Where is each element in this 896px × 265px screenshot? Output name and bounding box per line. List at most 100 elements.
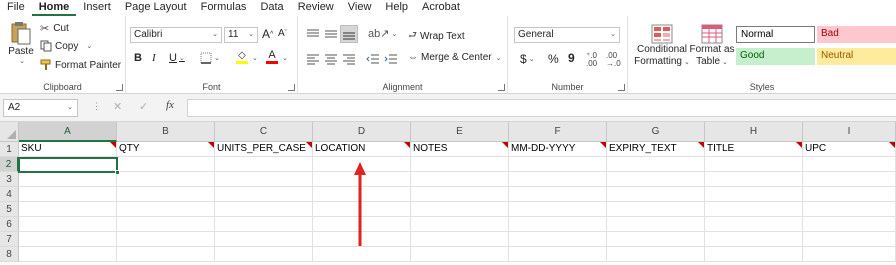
cell-h1[interactable]: TITLE xyxy=(705,142,803,157)
cell-i1[interactable]: UPC xyxy=(803,142,896,157)
cell-e5[interactable] xyxy=(411,202,509,217)
clipboard-launcher-icon[interactable] xyxy=(116,84,123,91)
cell-h6[interactable] xyxy=(705,217,803,232)
cell-e1[interactable]: NOTES xyxy=(411,142,509,157)
cell-c8[interactable] xyxy=(215,247,313,262)
cell-h3[interactable] xyxy=(705,172,803,187)
comment-indicator-icon[interactable] xyxy=(208,142,214,148)
tab-home[interactable]: Home xyxy=(31,0,77,16)
bold-button[interactable]: B xyxy=(134,52,142,64)
cell-f7[interactable] xyxy=(509,232,607,247)
cell-h7[interactable] xyxy=(705,232,803,247)
row-header-4[interactable]: 4 xyxy=(0,187,19,202)
row-header-3[interactable]: 3 xyxy=(0,172,19,187)
fill-handle[interactable] xyxy=(115,170,120,175)
row-header-8[interactable]: 8 xyxy=(0,247,19,262)
font-color-dropdown-icon[interactable]: ⌄ xyxy=(282,54,288,62)
number-format-select[interactable]: General ⌄ xyxy=(514,27,620,43)
decrease-font-size-button[interactable]: Aˇ xyxy=(278,28,287,39)
cell-e7[interactable] xyxy=(411,232,509,247)
decrease-indent-icon[interactable] xyxy=(366,53,380,65)
active-cell-outline[interactable] xyxy=(18,157,118,173)
cell-g1[interactable]: EXPIRY_TEXT xyxy=(607,142,705,157)
cell-b2[interactable] xyxy=(117,157,215,172)
cell-a5[interactable] xyxy=(19,202,117,217)
align-left-icon[interactable] xyxy=(306,53,320,65)
style-normal[interactable]: Normal xyxy=(736,26,815,43)
cell-f3[interactable] xyxy=(509,172,607,187)
cell-g4[interactable] xyxy=(607,187,705,202)
borders-button[interactable]: ⌄ xyxy=(200,52,220,64)
tab-data[interactable]: Data xyxy=(253,0,290,16)
cell-f8[interactable] xyxy=(509,247,607,262)
increase-font-size-button[interactable]: A ^ xyxy=(262,27,273,41)
cell-b6[interactable] xyxy=(117,217,215,232)
comment-indicator-icon[interactable] xyxy=(698,142,704,148)
alignment-launcher-icon[interactable] xyxy=(498,84,505,91)
row-header-7[interactable]: 7 xyxy=(0,232,19,247)
underline-button[interactable]: U ⌄ xyxy=(169,52,185,64)
paste-button[interactable]: Paste ⌄ xyxy=(6,20,36,74)
cell-e8[interactable] xyxy=(411,247,509,262)
cell-a8[interactable] xyxy=(19,247,117,262)
cell-g8[interactable] xyxy=(607,247,705,262)
cell-f2[interactable] xyxy=(509,157,607,172)
currency-button[interactable]: $ ⌄ xyxy=(520,52,535,66)
column-header-c[interactable]: C xyxy=(215,122,313,142)
cell-f1[interactable]: MM-DD-YYYY xyxy=(509,142,607,157)
row-header-5[interactable]: 5 xyxy=(0,202,19,217)
cell-g7[interactable] xyxy=(607,232,705,247)
cell-c7[interactable] xyxy=(215,232,313,247)
align-right-icon[interactable] xyxy=(342,53,356,65)
column-header-e[interactable]: E xyxy=(411,122,509,142)
column-header-h[interactable]: H xyxy=(705,122,803,142)
cell-i6[interactable] xyxy=(803,217,896,232)
tab-acrobat[interactable]: Acrobat xyxy=(415,0,467,16)
comma-style-button[interactable]: 9 xyxy=(568,51,575,65)
cell-b3[interactable] xyxy=(117,172,215,187)
cell-c1[interactable]: UNITS_PER_CASE xyxy=(215,142,313,157)
cell-i8[interactable] xyxy=(803,247,896,262)
font-launcher-icon[interactable] xyxy=(288,84,295,91)
cell-b4[interactable] xyxy=(117,187,215,202)
tab-formulas[interactable]: Formulas xyxy=(194,0,254,16)
wrap-text-button[interactable]: ⮐ Wrap Text xyxy=(408,28,465,45)
tab-help[interactable]: Help xyxy=(378,0,415,16)
cell-c2[interactable] xyxy=(215,157,313,172)
enter-icon[interactable]: ✓ xyxy=(139,100,148,113)
column-header-g[interactable]: G xyxy=(607,122,705,142)
cell-h2[interactable] xyxy=(705,157,803,172)
percent-button[interactable]: % xyxy=(548,52,559,66)
select-all-button[interactable] xyxy=(0,122,19,142)
column-header-b[interactable]: B xyxy=(117,122,215,142)
copy-button[interactable]: Copy ⌄ xyxy=(40,40,92,52)
cell-b8[interactable] xyxy=(117,247,215,262)
number-launcher-icon[interactable] xyxy=(618,84,625,91)
name-box[interactable]: A2 ⌄ xyxy=(3,99,78,117)
cell-e2[interactable] xyxy=(411,157,509,172)
cell-h8[interactable] xyxy=(705,247,803,262)
column-header-i[interactable]: I xyxy=(803,122,896,142)
align-center-icon[interactable] xyxy=(324,53,338,65)
cell-i7[interactable] xyxy=(803,232,896,247)
tab-page-layout[interactable]: Page Layout xyxy=(118,0,194,16)
fill-color-button[interactable]: ◇ xyxy=(236,51,248,64)
cell-c5[interactable] xyxy=(215,202,313,217)
font-name-select[interactable]: Calibri ⌄ xyxy=(130,27,222,43)
comment-indicator-icon[interactable] xyxy=(889,142,895,148)
format-painter-button[interactable]: Format Painter xyxy=(40,59,121,71)
cell-f5[interactable] xyxy=(509,202,607,217)
cell-f6[interactable] xyxy=(509,217,607,232)
cell-a6[interactable] xyxy=(19,217,117,232)
cut-button[interactable]: ✂ Cut xyxy=(40,22,69,35)
cell-b1[interactable]: QTY xyxy=(117,142,215,157)
cell-g5[interactable] xyxy=(607,202,705,217)
cell-a4[interactable] xyxy=(19,187,117,202)
column-header-d[interactable]: D xyxy=(313,122,411,142)
cell-b5[interactable] xyxy=(117,202,215,217)
cell-f4[interactable] xyxy=(509,187,607,202)
italic-button[interactable]: I xyxy=(152,52,156,64)
row-header-1[interactable]: 1 xyxy=(0,142,19,157)
cell-h4[interactable] xyxy=(705,187,803,202)
cell-e3[interactable] xyxy=(411,172,509,187)
